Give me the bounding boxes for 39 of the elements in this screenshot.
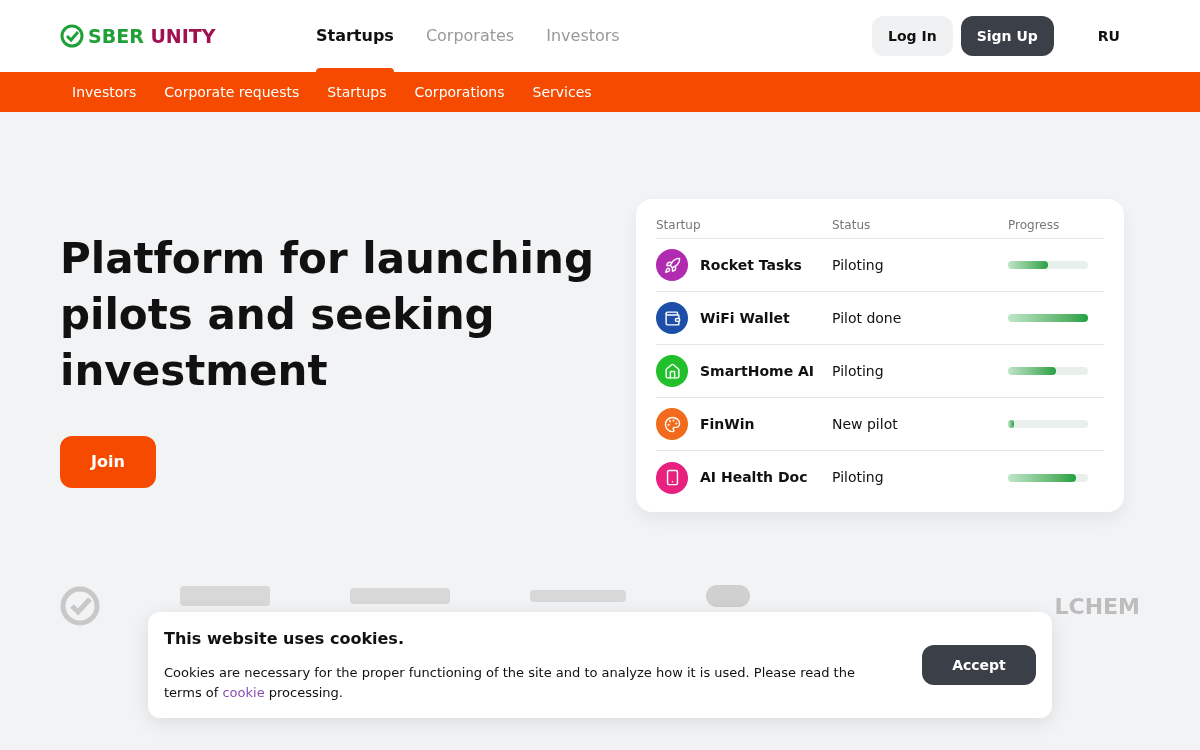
startup-name: FinWin bbox=[700, 414, 755, 434]
startup-name: Rocket Tasks bbox=[700, 255, 802, 275]
language-link[interactable]: RU bbox=[1097, 25, 1120, 47]
status-text: Pilot done bbox=[832, 308, 903, 328]
status-text: New pilot bbox=[832, 414, 899, 434]
cookie-text: Cookies are necessary for the proper functioning of the site and to analyze how it is used. Please read the terms of cookie processing. bbox=[164, 664, 856, 702]
sub-nav-link[interactable]: Corporate requests bbox=[164, 81, 300, 103]
cookie-link[interactable]: cookie bbox=[222, 685, 265, 700]
check-logo-icon bbox=[60, 586, 100, 626]
wallet-icon bbox=[663, 309, 681, 327]
status-text: Piloting bbox=[832, 361, 885, 381]
nav-tab[interactable]: Investors bbox=[546, 0, 620, 72]
signup-button[interactable]: Sign Up bbox=[960, 16, 1054, 56]
cookie-title: This website uses cookies. bbox=[164, 628, 405, 650]
logo-icon bbox=[60, 24, 84, 48]
nav-tab[interactable]: Startups bbox=[316, 0, 394, 72]
status-text: Piloting bbox=[832, 468, 885, 487]
sub-nav-link[interactable]: Investors bbox=[72, 81, 137, 103]
logo-text: SBER UNITY bbox=[88, 23, 216, 49]
sub-nav-link[interactable]: Services bbox=[532, 81, 592, 103]
sub-nav-link[interactable]: Startups bbox=[327, 81, 387, 103]
palette-icon bbox=[663, 415, 681, 433]
status-text: Piloting bbox=[832, 255, 885, 275]
partner-logo-text: LCHEM bbox=[1054, 592, 1140, 621]
startup-name: WiFi Wallet bbox=[700, 308, 790, 328]
accept-button[interactable]: Accept bbox=[922, 645, 1036, 685]
startup-name: AI Health Doc bbox=[700, 468, 808, 487]
join-button[interactable]: Join bbox=[60, 436, 156, 488]
startup-name: SmartHome AI bbox=[700, 361, 815, 381]
login-button[interactable]: Log In bbox=[872, 16, 953, 56]
rocket-icon bbox=[663, 256, 681, 274]
column-header: Startup bbox=[656, 216, 702, 234]
column-header: Progress bbox=[1008, 216, 1060, 234]
home-icon bbox=[663, 362, 681, 380]
sub-nav-link[interactable]: Corporations bbox=[414, 81, 505, 103]
hero-title: Platform for launching pilots and seeking investment bbox=[60, 233, 595, 397]
partner-logo bbox=[706, 585, 750, 607]
nav-tab[interactable]: Corporates bbox=[425, 0, 515, 72]
column-header: Status bbox=[832, 216, 872, 234]
